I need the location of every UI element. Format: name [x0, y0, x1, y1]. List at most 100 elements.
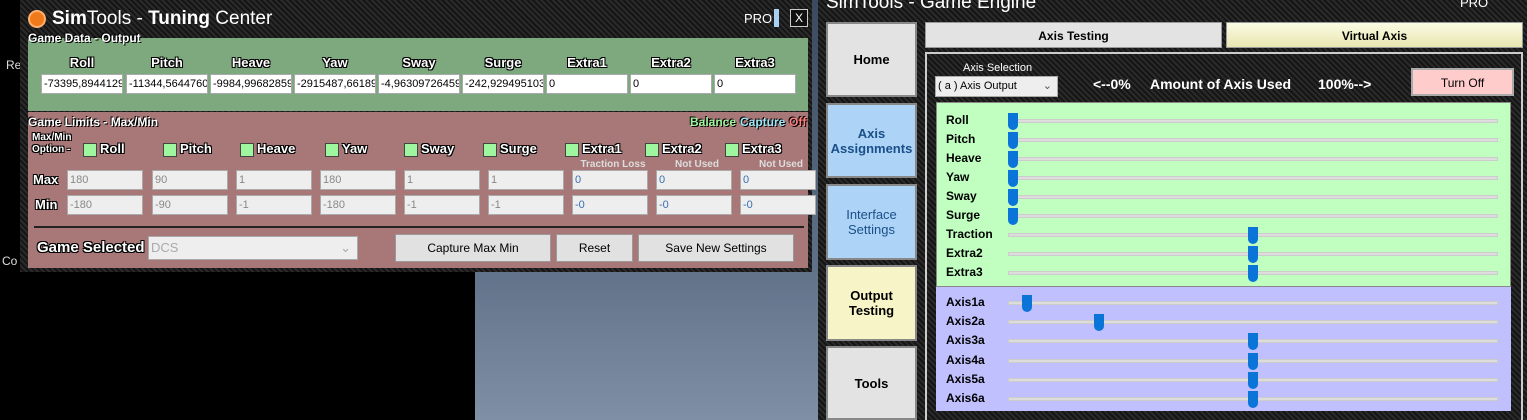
- output-value-field[interactable]: -2915487,66189: [294, 74, 376, 94]
- min-value-field[interactable]: -0: [740, 195, 816, 215]
- slider-track[interactable]: [1008, 138, 1498, 142]
- slider-thumb[interactable]: [1008, 189, 1018, 206]
- max-value-field[interactable]: 180: [320, 170, 396, 190]
- max-value-field[interactable]: 0: [656, 170, 732, 190]
- slider-track[interactable]: [1008, 176, 1498, 180]
- close-button[interactable]: X: [790, 9, 808, 27]
- output-value-field[interactable]: -9984,99682859: [210, 74, 292, 94]
- output-value-field[interactable]: 0: [714, 74, 796, 94]
- capture-label[interactable]: Capture: [740, 115, 785, 129]
- slider-label: Sway: [946, 189, 977, 203]
- axis-option-checkbox[interactable]: Extra3: [725, 141, 782, 157]
- checkbox[interactable]: [483, 142, 497, 157]
- column-header: Extra3: [735, 55, 775, 70]
- slider-track[interactable]: [1008, 214, 1498, 218]
- axis-option-checkbox[interactable]: Heave: [240, 141, 295, 157]
- min-value-field[interactable]: -180: [67, 195, 143, 215]
- slider-thumb[interactable]: [1248, 391, 1258, 408]
- min-value-field[interactable]: -0: [572, 195, 648, 215]
- min-value-field[interactable]: -1: [488, 195, 564, 215]
- column-header: Roll: [69, 55, 95, 70]
- tab-axis-testing[interactable]: Axis Testing: [925, 22, 1222, 48]
- save-new-settings-button[interactable]: Save New Settings: [638, 234, 794, 262]
- checkbox-label: Extra3: [742, 141, 782, 156]
- slider-thumb[interactable]: [1248, 371, 1258, 389]
- max-value-field[interactable]: 90: [152, 170, 228, 190]
- slider-thumb[interactable]: [1008, 208, 1018, 225]
- sidebar-item-output-testing[interactable]: Output Testing: [826, 265, 917, 341]
- slider-thumb[interactable]: [1248, 227, 1258, 244]
- axis-option-checkbox[interactable]: Roll: [83, 141, 125, 157]
- tab-virtual-axis[interactable]: Virtual Axis: [1226, 22, 1523, 48]
- slider-thumb[interactable]: [1248, 333, 1258, 351]
- max-value-field[interactable]: 1: [236, 170, 312, 190]
- sidebar-item-axis-assignments[interactable]: Axis Assignments: [826, 103, 917, 178]
- output-value-field[interactable]: -4,96309726459: [378, 74, 460, 94]
- turn-off-button[interactable]: Turn Off: [1411, 68, 1514, 96]
- max-value-field[interactable]: 180: [67, 170, 143, 190]
- checkbox[interactable]: [645, 142, 659, 157]
- axis-option-checkbox[interactable]: Pitch: [163, 141, 212, 157]
- min-value-field[interactable]: -180: [320, 195, 396, 215]
- max-value-field[interactable]: 1: [488, 170, 564, 190]
- checkbox[interactable]: [565, 142, 579, 157]
- slider-track[interactable]: [1008, 195, 1498, 199]
- sidebar-item-tools[interactable]: Tools: [826, 346, 917, 420]
- slider-label: Extra2: [946, 246, 983, 260]
- slider-label: Axis6a: [946, 391, 985, 405]
- slider-track[interactable]: [1008, 157, 1498, 161]
- slider-thumb[interactable]: [1248, 246, 1258, 263]
- slider-thumb[interactable]: [1008, 132, 1018, 149]
- axis-selection-label: Axis Selection: [963, 62, 1033, 74]
- output-value-field[interactable]: 0: [630, 74, 712, 94]
- checkbox[interactable]: [725, 142, 739, 157]
- slider-track[interactable]: [1008, 320, 1498, 325]
- window-title: SimTools - Game Engine: [826, 0, 1037, 13]
- slider-thumb[interactable]: [1008, 113, 1018, 130]
- max-value-field[interactable]: 1: [404, 170, 480, 190]
- pro-label: PRO: [744, 11, 773, 26]
- slider-thumb[interactable]: [1022, 295, 1033, 312]
- checkbox[interactable]: [83, 142, 97, 157]
- slider-thumb[interactable]: [1094, 314, 1105, 332]
- checkbox[interactable]: [404, 142, 418, 157]
- output-value-field[interactable]: -73395,8944129: [41, 74, 123, 94]
- min-value-field[interactable]: -1: [236, 195, 312, 215]
- checkbox[interactable]: [163, 142, 177, 157]
- sidebar-item-label: Axis Assignments: [830, 125, 913, 156]
- game-select-dropdown[interactable]: DCS ⌄: [148, 236, 358, 260]
- capture-max-min-button[interactable]: Capture Max Min: [395, 234, 551, 262]
- min-value-field[interactable]: -0: [656, 195, 732, 215]
- axis-option-checkbox[interactable]: Yaw: [325, 141, 367, 157]
- min-value-field[interactable]: -90: [152, 195, 228, 215]
- slider-thumb[interactable]: [1008, 151, 1018, 168]
- sidebar-item-label: Output Testing: [848, 288, 895, 318]
- max-value-field[interactable]: 0: [740, 170, 816, 190]
- max-value-field[interactable]: 0: [572, 170, 648, 190]
- axis-option-checkbox[interactable]: Surge: [483, 141, 537, 157]
- sidebar-item-interface-settings[interactable]: Interface Settings: [826, 184, 917, 260]
- capture-off-toggle[interactable]: Off: [789, 115, 806, 129]
- axis-option-checkbox[interactable]: Sway: [404, 141, 454, 157]
- slider-label: Traction: [946, 227, 993, 241]
- slider-label: Extra3: [946, 265, 983, 279]
- minimize-button[interactable]: [774, 9, 779, 27]
- checkbox-label: Pitch: [180, 141, 212, 156]
- min-value-field[interactable]: -1: [404, 195, 480, 215]
- axis-option-checkbox[interactable]: Extra1: [565, 141, 622, 157]
- slider-thumb[interactable]: [1008, 170, 1018, 187]
- output-value-field[interactable]: -242,929495103: [462, 74, 544, 94]
- checkbox[interactable]: [325, 142, 339, 157]
- axis-option-checkbox[interactable]: Extra2: [645, 141, 702, 157]
- axis-selection-dropdown[interactable]: ( a ) Axis Output ⌄: [935, 76, 1058, 97]
- slider-track[interactable]: [1008, 119, 1498, 123]
- output-value-field[interactable]: -11344,5644760: [126, 74, 208, 94]
- slider-track[interactable]: [1008, 301, 1498, 305]
- slider-thumb[interactable]: [1248, 352, 1258, 370]
- slider-thumb[interactable]: [1248, 265, 1258, 282]
- reset-button[interactable]: Reset: [556, 234, 633, 262]
- checkbox-label: Extra1: [582, 141, 622, 156]
- checkbox[interactable]: [240, 142, 254, 157]
- sidebar-item-home[interactable]: Home: [826, 22, 917, 97]
- output-value-field[interactable]: 0: [546, 74, 628, 94]
